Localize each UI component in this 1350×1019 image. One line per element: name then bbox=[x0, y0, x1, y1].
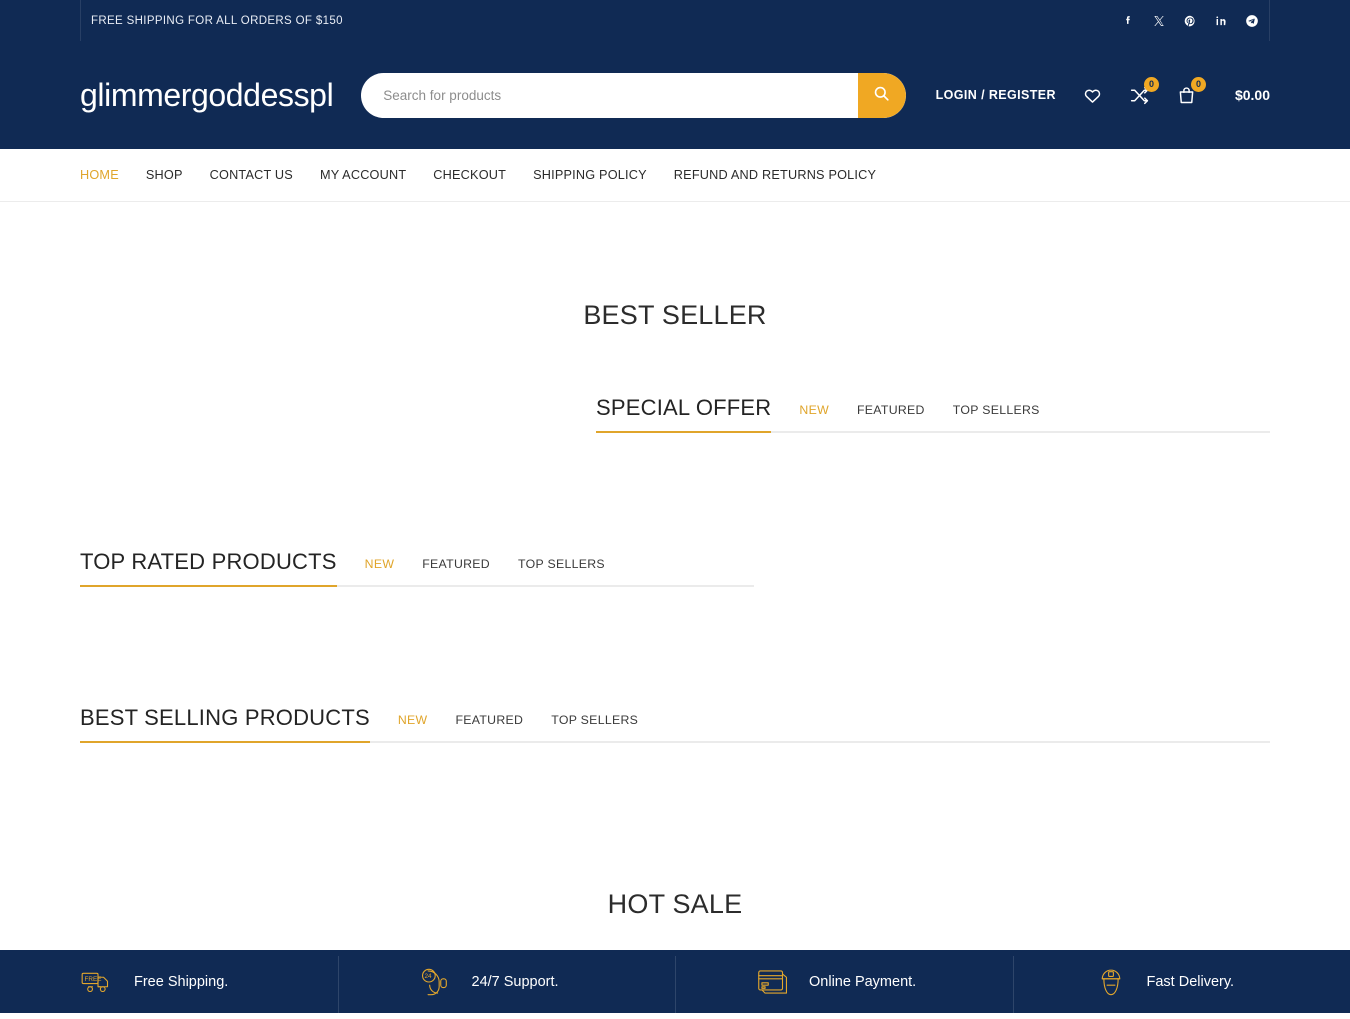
linkedin-icon[interactable] bbox=[1213, 13, 1228, 28]
feature-fast-delivery-label: Fast Delivery. bbox=[1147, 974, 1235, 990]
best-selling-products-tabs: BEST SELLING PRODUCTS NEW FEATURED TOP S… bbox=[80, 705, 1270, 743]
nav-item-checkout[interactable]: CHECKOUT bbox=[433, 168, 506, 182]
best-selling-products-placeholder bbox=[80, 743, 1270, 813]
search-input[interactable] bbox=[361, 73, 857, 118]
wishlist-button[interactable] bbox=[1082, 85, 1103, 106]
nav-item-home[interactable]: HOME bbox=[80, 168, 119, 182]
main-navigation: HOME SHOP CONTACT US MY ACCOUNT CHECKOUT… bbox=[0, 149, 1350, 202]
special-offer-title[interactable]: SPECIAL OFFER bbox=[596, 395, 771, 431]
search-submit-button[interactable] bbox=[858, 73, 906, 118]
login-register-link[interactable]: LOGIN / REGISTER bbox=[936, 88, 1056, 102]
top-rated-tab-new[interactable]: NEW bbox=[365, 557, 395, 585]
free-shipping-truck-icon: FREE bbox=[78, 962, 118, 1002]
product-search-bar bbox=[361, 73, 905, 118]
best-selling-products-section: BEST SELLING PRODUCTS NEW FEATURED TOP S… bbox=[80, 705, 1270, 813]
top-rated-products-section: TOP RATED PRODUCTS NEW FEATURED TOP SELL… bbox=[80, 549, 754, 657]
hot-sale-heading: HOT SALE bbox=[80, 889, 1270, 920]
best-seller-heading: BEST SELLER bbox=[80, 300, 1270, 331]
nav-item-my-account[interactable]: MY ACCOUNT bbox=[320, 168, 406, 182]
nav-inner: HOME SHOP CONTACT US MY ACCOUNT CHECKOUT… bbox=[80, 168, 1270, 182]
telegram-icon[interactable] bbox=[1244, 13, 1259, 28]
nav-item-shipping-policy[interactable]: SHIPPING POLICY bbox=[533, 168, 647, 182]
feature-online-payment-label: Online Payment. bbox=[809, 974, 916, 990]
site-logo[interactable]: glimmergoddesspl bbox=[80, 77, 333, 114]
heart-icon bbox=[1082, 85, 1103, 106]
best-selling-tab-featured[interactable]: FEATURED bbox=[455, 713, 523, 741]
best-selling-tab-new[interactable]: NEW bbox=[398, 713, 428, 741]
nav-item-refund-returns-policy[interactable]: REFUND AND RETURNS POLICY bbox=[674, 168, 876, 182]
best-selling-products-title[interactable]: BEST SELLING PRODUCTS bbox=[80, 705, 370, 741]
top-bar-inner: FREE SHIPPING FOR ALL ORDERS OF $150 bbox=[80, 0, 1270, 41]
support-headset-icon: 24 bbox=[416, 962, 456, 1002]
search-icon bbox=[872, 84, 891, 106]
header-inner: glimmergoddesspl LOGIN / REGISTER 0 bbox=[80, 73, 1270, 118]
social-links bbox=[1120, 13, 1259, 28]
x-twitter-icon[interactable] bbox=[1151, 13, 1166, 28]
pinterest-icon[interactable] bbox=[1182, 13, 1197, 28]
delivery-person-icon bbox=[1091, 962, 1131, 1002]
footer-features-bar: FREE Free Shipping. 24 24/7 Sup bbox=[0, 950, 1350, 1013]
shipping-announcement-text: FREE SHIPPING FOR ALL ORDERS OF $150 bbox=[91, 15, 343, 27]
facebook-icon[interactable] bbox=[1120, 13, 1135, 28]
top-rated-products-placeholder bbox=[80, 587, 754, 657]
svg-text:24: 24 bbox=[424, 973, 432, 980]
compare-button[interactable]: 0 bbox=[1129, 85, 1150, 106]
feature-support: 24 24/7 Support. bbox=[338, 950, 676, 1013]
feature-support-label: 24/7 Support. bbox=[472, 974, 559, 990]
nav-item-shop[interactable]: SHOP bbox=[146, 168, 183, 182]
special-offer-tab-top-sellers[interactable]: TOP SELLERS bbox=[953, 403, 1040, 431]
nav-item-contact-us[interactable]: CONTACT US bbox=[210, 168, 293, 182]
special-offer-section: SPECIAL OFFER NEW FEATURED TOP SELLERS bbox=[596, 395, 1270, 503]
special-offer-tab-featured[interactable]: FEATURED bbox=[857, 403, 925, 431]
cart-button[interactable]: 0 bbox=[1176, 85, 1197, 106]
special-offer-products-placeholder bbox=[596, 433, 1270, 503]
top-announcement-bar: FREE SHIPPING FOR ALL ORDERS OF $150 bbox=[0, 0, 1350, 41]
footer-features-inner: FREE Free Shipping. 24 24/7 Sup bbox=[0, 950, 1350, 1013]
top-rated-products-tabs: TOP RATED PRODUCTS NEW FEATURED TOP SELL… bbox=[80, 549, 754, 587]
feature-fast-delivery: Fast Delivery. bbox=[1013, 950, 1350, 1013]
feature-online-payment: Online Payment. bbox=[675, 950, 1013, 1013]
content-container: BEST SELLER SPECIAL OFFER NEW FEATURED T… bbox=[80, 202, 1270, 920]
best-selling-tab-top-sellers[interactable]: TOP SELLERS bbox=[551, 713, 638, 741]
cart-total-amount[interactable]: $0.00 bbox=[1235, 87, 1270, 103]
feature-free-shipping-label: Free Shipping. bbox=[134, 974, 228, 990]
hero-placeholder-area bbox=[80, 202, 1270, 272]
main-content: BEST SELLER SPECIAL OFFER NEW FEATURED T… bbox=[0, 202, 1350, 920]
special-offer-tabs: SPECIAL OFFER NEW FEATURED TOP SELLERS bbox=[596, 395, 1270, 433]
top-rated-tab-featured[interactable]: FEATURED bbox=[422, 557, 490, 585]
feature-free-shipping: FREE Free Shipping. bbox=[0, 950, 338, 1013]
header-actions: LOGIN / REGISTER 0 0 $0.00 bbox=[936, 85, 1270, 106]
cart-count-badge: 0 bbox=[1191, 77, 1206, 92]
credit-card-icon bbox=[753, 962, 793, 1002]
top-rated-tab-top-sellers[interactable]: TOP SELLERS bbox=[518, 557, 605, 585]
top-rated-products-title[interactable]: TOP RATED PRODUCTS bbox=[80, 549, 337, 585]
site-header: glimmergoddesspl LOGIN / REGISTER 0 bbox=[0, 41, 1350, 149]
compare-count-badge: 0 bbox=[1144, 77, 1159, 92]
special-offer-tab-new[interactable]: NEW bbox=[799, 403, 829, 431]
